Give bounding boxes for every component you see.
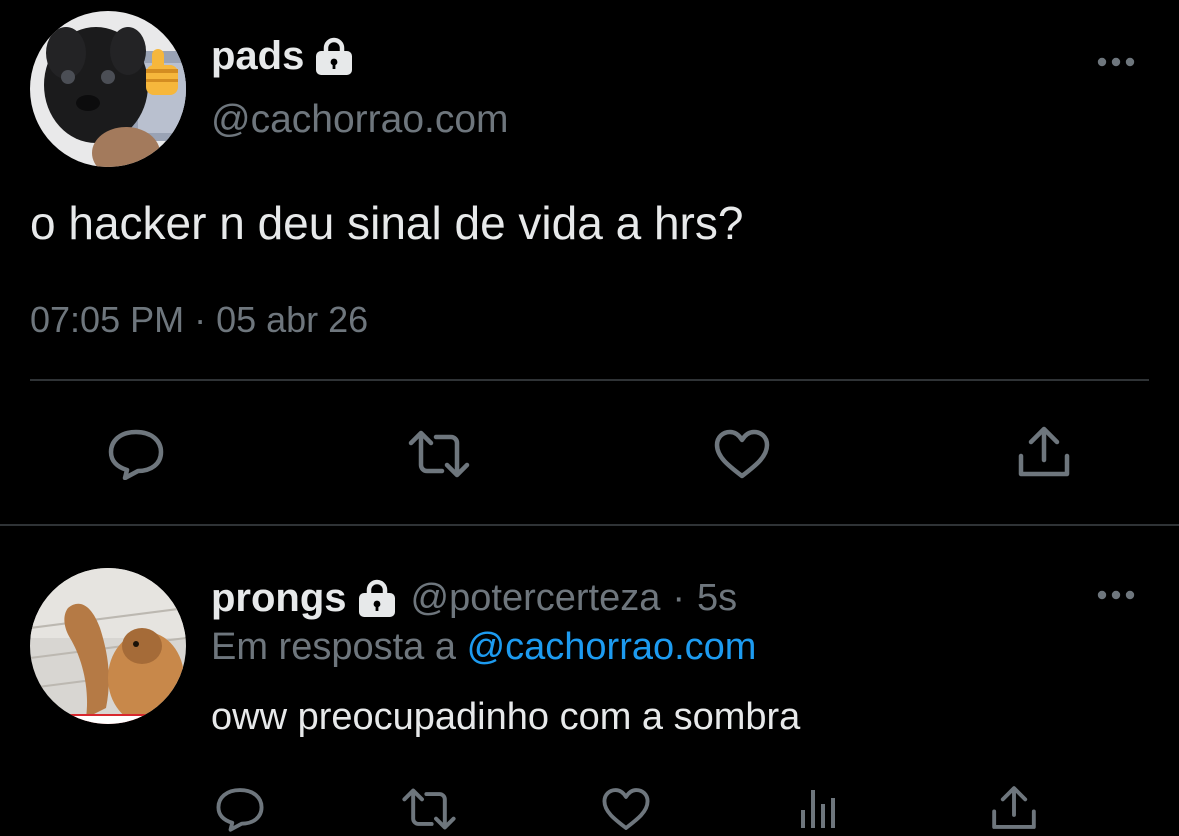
reply-author-handle[interactable]: @potercerteza — [411, 579, 661, 617]
share-icon — [1018, 426, 1070, 477]
protected-lock-icon — [358, 579, 395, 617]
retweet-button[interactable] — [398, 782, 460, 836]
reply-age[interactable]: 5s — [697, 579, 737, 617]
retweet-button[interactable] — [404, 424, 474, 484]
more-options-icon[interactable] — [1096, 56, 1136, 68]
author-avatar[interactable] — [30, 11, 186, 167]
share-button[interactable] — [1012, 422, 1076, 482]
share-icon — [992, 786, 1036, 829]
author-handle[interactable]: @cachorrao.com — [211, 100, 509, 139]
separator-dot: · — [672, 577, 686, 619]
author-display-name[interactable]: pads — [211, 36, 304, 76]
dog-thumbs-up-avatar-icon — [30, 11, 186, 167]
tweet-timestamp[interactable]: 07:05 PM · 05 abr 26 — [30, 302, 368, 338]
reply-icon — [216, 788, 264, 832]
reply-button[interactable] — [104, 424, 168, 484]
share-button[interactable] — [986, 780, 1042, 836]
reply-prefix: Em resposta a — [211, 626, 456, 668]
divider — [0, 524, 1179, 526]
analytics-icon — [801, 790, 835, 828]
more-options-icon[interactable] — [1096, 589, 1136, 601]
reply-author-avatar[interactable] — [30, 568, 186, 724]
reply-button[interactable] — [212, 782, 268, 836]
reply-text: oww preocupadinho com a sombra — [211, 696, 801, 738]
like-icon — [714, 429, 770, 479]
divider — [30, 379, 1149, 381]
reply-author-display-name[interactable]: prongs — [211, 578, 347, 618]
reply-icon — [108, 429, 164, 480]
reply-mention-link[interactable]: @cachorrao.com — [467, 626, 757, 668]
replying-to-context: Em resposta a @cachorrao.com — [211, 628, 756, 666]
protected-lock-icon — [316, 37, 353, 75]
reply-header: prongs @potercerteza · 5s — [211, 578, 737, 618]
like-icon — [602, 788, 650, 830]
author-name-row: pads — [211, 36, 354, 76]
retweet-icon — [408, 430, 470, 478]
like-button[interactable] — [710, 424, 774, 484]
tweet-text: o hacker n deu sinal de vida a hrs? — [30, 197, 744, 249]
retweet-icon — [402, 788, 456, 830]
like-button[interactable] — [598, 782, 654, 836]
deer-avatar-icon — [30, 568, 186, 724]
analytics-button[interactable] — [794, 780, 844, 836]
